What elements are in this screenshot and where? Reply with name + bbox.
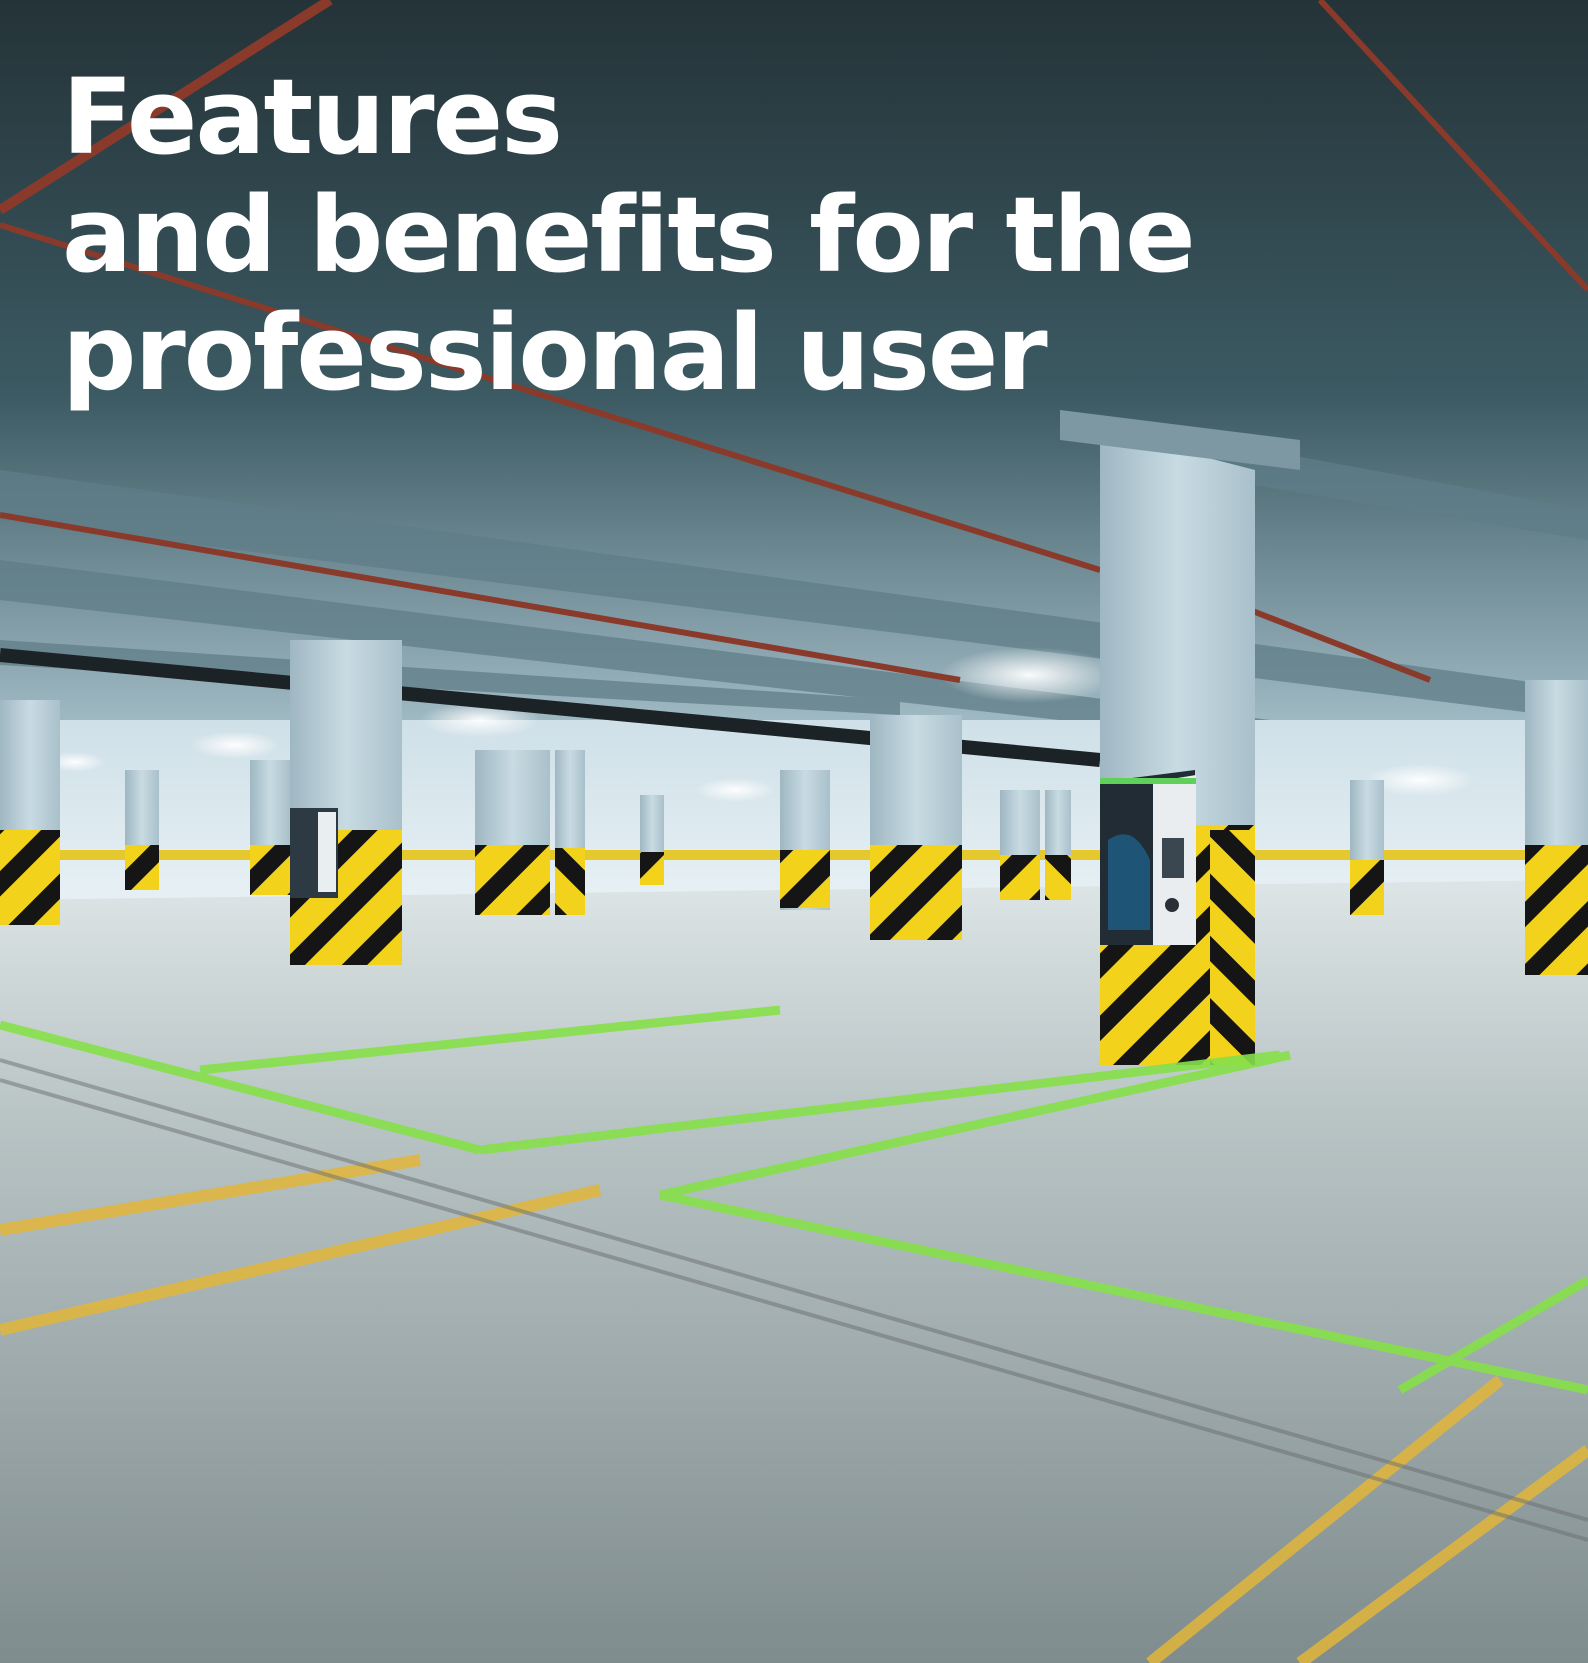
ev-charging-station	[1100, 770, 1196, 945]
small-ev-charger	[290, 808, 338, 898]
headline: Features and benefits for the profession…	[62, 58, 1462, 412]
headline-line-1: Features	[62, 56, 563, 178]
headline-line-2: and benefits for the	[62, 174, 1196, 296]
brochure-page: Features and benefits for the profession…	[0, 0, 1588, 1663]
headline-line-3: professional user	[62, 292, 1048, 414]
